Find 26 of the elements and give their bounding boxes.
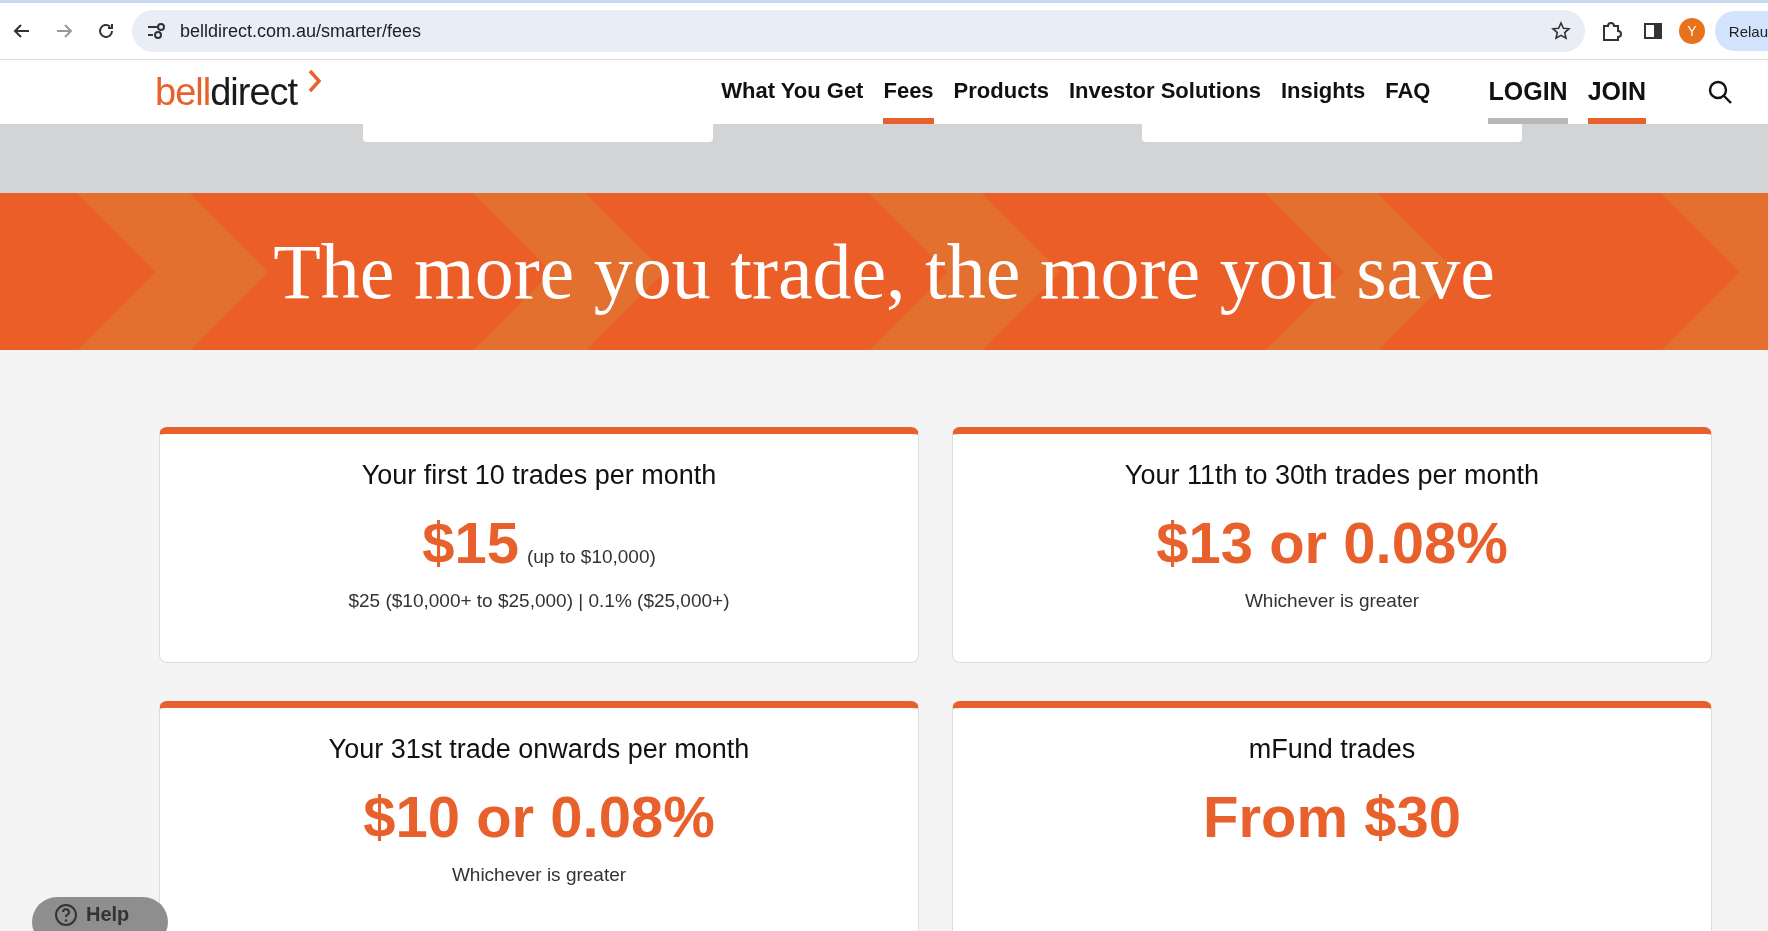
nav-link[interactable]: Insights	[1280, 60, 1366, 124]
nav-link[interactable]: Investor Solutions	[1068, 60, 1261, 124]
help-button[interactable]: Help	[32, 897, 168, 931]
address-bar[interactable]: belldirect.com.au/smarter/fees	[132, 10, 1585, 52]
fee-price: $15	[422, 509, 519, 576]
hero-title: The more you trade, the more you save	[273, 226, 1495, 317]
help-icon	[54, 903, 78, 927]
nav-link[interactable]: FAQ	[1385, 60, 1431, 124]
price-note: (up to $10,000)	[526, 546, 656, 568]
fee-price: $13 or 0.08%	[1156, 509, 1508, 576]
fee-price: From $30	[1203, 783, 1461, 850]
card-title: mFund trades	[1248, 734, 1416, 765]
star-icon[interactable]	[1550, 21, 1571, 41]
nav-link[interactable]: Products	[953, 60, 1049, 124]
relaunch-button[interactable]: Relau	[1714, 11, 1768, 51]
card-title: Your 11th to 30th trades per month	[1124, 460, 1540, 491]
url-text: belldirect.com.au/smarter/fees	[180, 20, 423, 42]
fee-detail: Whichever is greater	[1244, 590, 1420, 612]
fee-detail: $25 ($10,000+ to $25,000) | 0.1% ($25,000+)	[348, 590, 730, 612]
site-settings-icon[interactable]	[146, 22, 166, 40]
card-title: Your first 10 trades per month	[361, 460, 717, 491]
nav-link[interactable]: What You Get	[721, 60, 864, 124]
fee-price: $10 or 0.08%	[363, 783, 715, 850]
logo[interactable]: belldirect	[155, 70, 324, 114]
card-title: Your 31st trade onwards per month	[328, 734, 750, 765]
fee-detail: Whichever is greater	[451, 864, 627, 886]
